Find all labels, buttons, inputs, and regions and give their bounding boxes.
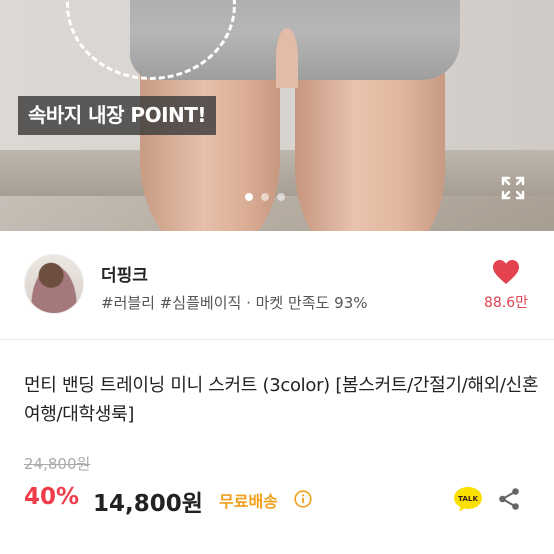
product-image-carousel[interactable]: 속바지 내장 POINT!: [0, 0, 554, 231]
carousel-dot-1[interactable]: [245, 193, 253, 201]
original-price: 24,800원: [24, 455, 91, 473]
section-divider: [0, 339, 554, 340]
seller-name[interactable]: 더핑크: [101, 261, 148, 286]
carousel-indicator: [245, 193, 285, 201]
discount-rate: 40%: [24, 484, 80, 510]
sale-price: 14,800원: [93, 491, 203, 517]
seller-row[interactable]: 더핑크 #러블리 #심플베이직 · 마켓 만족도 93% 88.6만: [0, 231, 554, 339]
like-count: 88.6만: [483, 295, 529, 311]
expand-icon[interactable]: [500, 175, 526, 201]
share-icon[interactable]: [497, 487, 521, 511]
info-icon[interactable]: [294, 490, 312, 508]
point-label: 속바지 내장 POINT!: [18, 96, 217, 135]
product-title: 먼티 밴딩 트레이닝 미니 스커트 (3color) [봄스커트/간절기/해외/…: [24, 375, 539, 425]
heart-icon: [493, 260, 519, 284]
seller-avatar[interactable]: [24, 254, 84, 314]
carousel-dot-3[interactable]: [277, 193, 285, 201]
seller-tags: #러블리 #심플베이직 · 마켓 만족도 93%: [101, 294, 368, 312]
free-shipping-label: 무료배송: [219, 492, 278, 511]
like-button[interactable]: 88.6만: [476, 259, 536, 312]
image-floor-light: [0, 196, 554, 231]
carousel-dot-2[interactable]: [261, 193, 269, 201]
kakao-talk-label: TALK: [458, 494, 478, 503]
model-skirt-gap: [276, 28, 298, 88]
kakao-talk-icon[interactable]: TALK: [452, 485, 484, 513]
